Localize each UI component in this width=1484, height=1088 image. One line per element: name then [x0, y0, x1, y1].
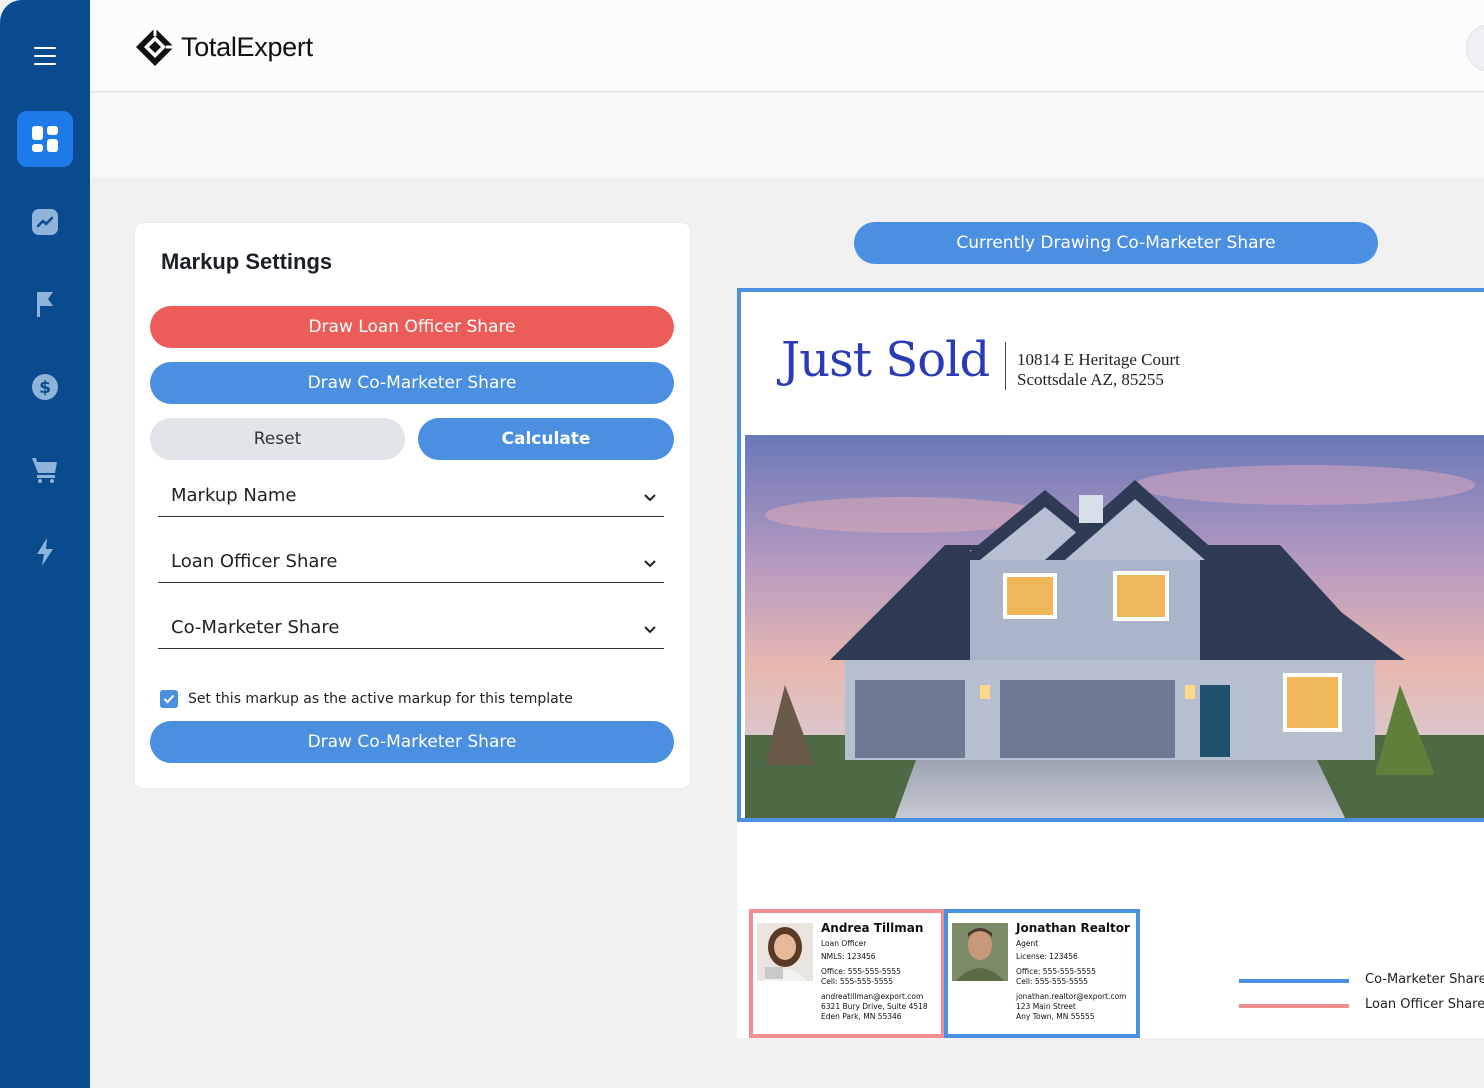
- contact-license: License: 123456: [1016, 952, 1078, 961]
- drawing-status-pill: Currently Drawing Co-Marketer Share: [854, 222, 1378, 264]
- contact-license: NMLS: 123456: [821, 952, 876, 961]
- contact-street: 123 Main Street: [1016, 1002, 1076, 1011]
- flyer-headline: Just Sold: [781, 332, 990, 388]
- draw-co-marketer-button[interactable]: Draw Co-Marketer Share: [150, 362, 674, 404]
- loan-officer-contact-card[interactable]: Andrea Tillman Loan Officer NMLS: 123456…: [749, 909, 945, 1038]
- contact-office: Office: 555-555-5555: [821, 967, 901, 976]
- address-line-1: 10814 E Heritage Court: [1017, 350, 1180, 369]
- legend-swatch: [1239, 979, 1349, 983]
- loan-officer-avatar: [757, 923, 813, 981]
- sidebar: $: [0, 0, 90, 1088]
- address-divider: [1005, 342, 1006, 390]
- legend-item-loan-officer: Loan Officer Share: [1239, 995, 1484, 1015]
- co-marketer-share-select[interactable]: Co-Marketer Share: [158, 613, 664, 649]
- contact-name: Jonathan Realtor: [1016, 921, 1130, 935]
- brand-name: TotalExpert: [181, 31, 313, 62]
- contact-city: Eden Park, MN 55346: [821, 1012, 902, 1021]
- contact-email: andreatillman@export.com: [821, 992, 924, 1001]
- legend-swatch: [1239, 1004, 1349, 1008]
- contact-name: Andrea Tillman: [821, 921, 924, 935]
- select-label: Co-Marketer Share: [171, 617, 340, 638]
- menu-icon[interactable]: [34, 45, 56, 65]
- co-marketer-avatar: [952, 923, 1008, 981]
- legend-item-co-marketer: Co-Marketer Share: [1239, 970, 1484, 990]
- contact-city: Any Town, MN 55555: [1016, 1012, 1095, 1021]
- calculate-button[interactable]: Calculate: [418, 418, 674, 460]
- contact-email: jonathan.realtor@export.com: [1016, 992, 1127, 1001]
- house-photo: [745, 435, 1484, 818]
- chevron-down-icon: [644, 626, 656, 634]
- flyer-preview[interactable]: Just Sold 10814 E Heritage Court Scottsd…: [737, 288, 1484, 1038]
- select-label: Markup Name: [171, 485, 297, 506]
- contact-street: 6321 Bury Drive, Suite 4518: [821, 1002, 928, 1011]
- legend-label: Co-Marketer Share: [1365, 972, 1484, 987]
- co-marketer-markup-region[interactable]: Just Sold 10814 E Heritage Court Scottsd…: [737, 288, 1484, 822]
- property-address: 10814 E Heritage Court Scottsdale AZ, 85…: [1017, 350, 1180, 390]
- reset-button[interactable]: Reset: [150, 418, 405, 460]
- markup-name-select[interactable]: Markup Name: [158, 481, 664, 517]
- subheader-bar: [90, 93, 1484, 178]
- logo-mark-icon: [136, 28, 174, 66]
- flag-icon[interactable]: [17, 276, 73, 332]
- user-avatar[interactable]: [1466, 24, 1484, 72]
- cart-icon[interactable]: [17, 441, 73, 497]
- co-marketer-info: Jonathan Realtor Agent License: 123456 O…: [1016, 921, 1130, 1022]
- contact-cell: Cell: 555-555-5555: [821, 977, 894, 986]
- co-marketer-contact-card[interactable]: Jonathan Realtor Agent License: 123456 O…: [944, 909, 1140, 1038]
- chevron-down-icon: [644, 560, 656, 568]
- address-line-2: Scottsdale AZ, 85255: [1017, 370, 1164, 389]
- active-markup-label: Set this markup as the active markup for…: [188, 691, 573, 707]
- markup-settings-panel: Markup Settings Draw Loan Officer Share …: [135, 223, 690, 788]
- panel-title: Markup Settings: [161, 249, 333, 274]
- contact-role: Loan Officer: [821, 939, 867, 948]
- select-label: Loan Officer Share: [171, 551, 338, 572]
- chart-icon[interactable]: [17, 194, 73, 250]
- legend-label: Loan Officer Share: [1365, 997, 1484, 1012]
- top-header: TotalExpert: [90, 0, 1484, 92]
- lightning-icon[interactable]: [17, 524, 73, 580]
- chevron-down-icon: [644, 494, 656, 502]
- checkmark-icon: [163, 694, 175, 704]
- loan-officer-share-select[interactable]: Loan Officer Share: [158, 547, 664, 583]
- draw-loan-officer-button[interactable]: Draw Loan Officer Share: [150, 306, 674, 348]
- contact-office: Office: 555-555-5555: [1016, 967, 1096, 976]
- dashboard-icon[interactable]: [17, 111, 73, 167]
- draw-co-marketer-bottom-button[interactable]: Draw Co-Marketer Share: [150, 721, 674, 763]
- contact-cell: Cell: 555-555-5555: [1016, 977, 1089, 986]
- brand-logo[interactable]: TotalExpert: [135, 27, 313, 67]
- active-markup-row: Set this markup as the active markup for…: [160, 690, 573, 708]
- contact-role: Agent: [1016, 939, 1039, 948]
- loan-officer-info: Andrea Tillman Loan Officer NMLS: 123456…: [821, 921, 928, 1022]
- svg-text:$: $: [39, 378, 51, 398]
- dollar-icon[interactable]: $: [17, 359, 73, 415]
- active-markup-checkbox[interactable]: [160, 690, 178, 708]
